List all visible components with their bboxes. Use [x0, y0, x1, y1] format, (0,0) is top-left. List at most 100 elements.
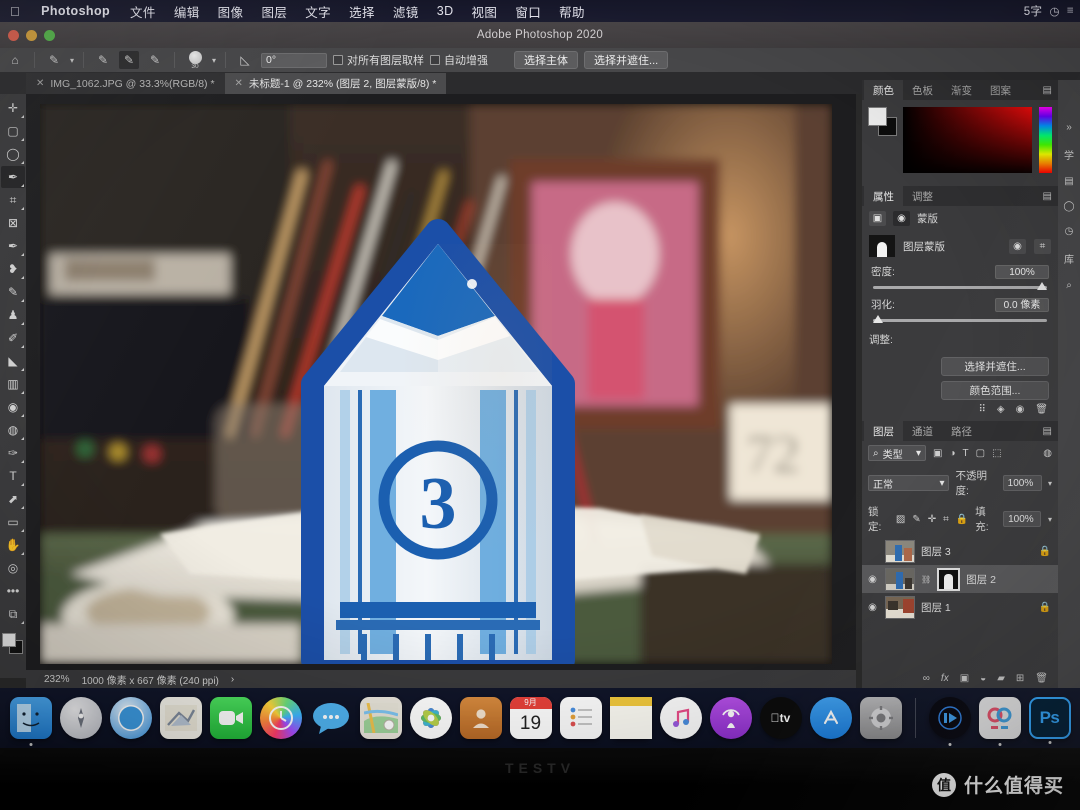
shape-filter-icon[interactable]: ▢ [976, 448, 985, 459]
tab-adjustments[interactable]: 调整 [903, 186, 942, 206]
density-value[interactable]: 100% [995, 264, 1049, 279]
visibility-toggle-icon[interactable]: ◉ [866, 574, 879, 585]
marquee-tool[interactable]: ▢ [1, 120, 25, 142]
select-subject-button[interactable]: 选择主体 [514, 51, 579, 69]
new-selection-button[interactable]: ✎ [93, 51, 113, 69]
delete-layer-icon[interactable]: 🗑 [1035, 673, 1048, 684]
edit-toolbar-button[interactable]: ••• [1, 580, 25, 602]
color-swatch-pair[interactable] [868, 107, 897, 136]
control-center-icon[interactable]: ≡ [1067, 5, 1074, 17]
layer-mask-thumbnail[interactable] [937, 567, 961, 591]
mask-thumbnail[interactable] [869, 235, 895, 257]
screen-mode-tool[interactable]: ⧉ [1, 603, 25, 625]
tab-channels[interactable]: 通道 [903, 421, 942, 441]
notes-icon[interactable] [609, 697, 652, 739]
gradient-tool[interactable]: ▥ [1, 373, 25, 395]
color-field[interactable] [903, 107, 1032, 173]
tab-properties[interactable]: 属性 [864, 186, 903, 206]
appstore-icon[interactable] [809, 697, 852, 739]
document-image[interactable]: 72 3 [40, 104, 832, 664]
layer-style-icon[interactable]: fx [941, 673, 949, 684]
lock-icon[interactable]: 🔒 [1039, 546, 1051, 557]
foreground-color-swatch[interactable] [2, 633, 16, 647]
rail-item-library[interactable]: 库 [1064, 251, 1074, 266]
tool-preset-picker[interactable]: ✎ [44, 51, 64, 69]
tab-layers[interactable]: 图层 [864, 421, 903, 441]
document-tab-untitled1[interactable]: ✕ 未标题-1 @ 232% (图层 2, 图层蒙版/8) * [224, 73, 447, 94]
lock-icon[interactable]: 🔒 [1039, 602, 1051, 613]
media-player-icon[interactable] [928, 697, 971, 746]
chevron-down-icon[interactable]: ▾ [1048, 479, 1052, 488]
system-preferences-icon[interactable] [859, 697, 902, 739]
layer-thumbnail[interactable] [885, 539, 915, 563]
toggle-mask-icon[interactable]: ◉ [1016, 404, 1025, 415]
menubar-item-layer[interactable]: 图层 [252, 2, 296, 21]
appletv-icon[interactable]: tv [759, 697, 802, 739]
eraser-tool[interactable]: ◣ [1, 350, 25, 372]
maps-icon[interactable] [359, 697, 402, 739]
select-and-mask-button[interactable]: 选择并遮住... [584, 51, 669, 69]
filter-toggle-switch[interactable]: ◍ [1043, 448, 1052, 459]
opacity-value-field[interactable]: 100% [1002, 475, 1042, 491]
layer-filter-select[interactable]: ⌕ 类型 ▾ [868, 445, 926, 461]
status-expand-arrow-icon[interactable]: › [231, 674, 234, 685]
lock-position-icon[interactable]: ✛ [928, 514, 936, 525]
menubar-item-select[interactable]: 选择 [340, 2, 384, 21]
zoom-level[interactable]: 232% [44, 674, 70, 685]
document-tab-img1062[interactable]: ✕ IMG_1062.JPG @ 33.3%(RGB/8) * [26, 73, 225, 94]
rail-libraries-icon[interactable]: ▤ [1064, 176, 1073, 187]
sample-all-layers-checkbox[interactable]: 对所有图层取样 [333, 52, 424, 68]
hand-tool[interactable]: ✋ [1, 534, 25, 556]
menubar-app-name[interactable]: Photoshop [30, 4, 121, 18]
chevron-down-icon[interactable]: ▾ [1048, 515, 1052, 524]
tab-swatches[interactable]: 色板 [903, 80, 942, 100]
input-source-indicator[interactable]: 5字 [1024, 3, 1043, 19]
eyedropper-tool[interactable]: ✒ [1, 235, 25, 257]
clock-icon[interactable]: ◷ [1049, 4, 1059, 18]
lock-image-icon[interactable]: ✎ [912, 514, 920, 525]
visibility-toggle-icon[interactable]: ◉ [866, 602, 879, 613]
angle-input[interactable]: 0° [261, 52, 328, 68]
blur-tool[interactable]: ◉ [1, 396, 25, 418]
photoshop-icon[interactable]: Ps [1028, 697, 1071, 744]
rail-search-icon[interactable]: ⌕ [1066, 280, 1072, 291]
menubar-item-view[interactable]: 视图 [463, 2, 507, 21]
color-range-button[interactable]: 颜色范围... [941, 381, 1049, 400]
panel-menu-icon[interactable]: ▤ [1043, 191, 1058, 202]
adjustment-filter-icon[interactable]: ◑ [949, 448, 955, 459]
messages-icon[interactable] [310, 697, 352, 739]
subtract-from-selection-button[interactable]: ✎ [145, 51, 165, 69]
feather-slider-knob[interactable] [873, 315, 883, 323]
rectangle-tool[interactable]: ▭ [1, 511, 25, 533]
properties-select-and-mask-button[interactable]: 选择并遮住... [941, 357, 1049, 376]
menubar-item-type[interactable]: 文字 [296, 2, 340, 21]
density-slider-knob[interactable] [1037, 282, 1047, 290]
podcasts-icon[interactable] [709, 697, 752, 739]
move-tool[interactable]: ✛ [1, 97, 25, 119]
minimize-window-button[interactable] [26, 30, 37, 41]
tab-gradients[interactable]: 渐变 [942, 80, 981, 100]
menubar-item-help[interactable]: 帮助 [550, 2, 594, 21]
mask-options-icon[interactable]: ⌗ [1034, 238, 1051, 254]
safari-icon[interactable] [109, 697, 152, 739]
close-icon[interactable]: ✕ [235, 78, 243, 89]
feather-value[interactable]: 0.0 像素 [995, 297, 1049, 312]
maximize-window-button[interactable] [44, 30, 55, 41]
pixel-mask-icon[interactable]: ▣ [869, 211, 886, 226]
reminders-icon[interactable] [559, 697, 602, 739]
density-slider-track[interactable] [873, 282, 1047, 290]
path-selection-tool[interactable]: ⬈ [1, 488, 25, 510]
type-tool[interactable]: T [1, 465, 25, 487]
delete-mask-icon[interactable]: 🗑 [1035, 404, 1048, 415]
menubar-item-edit[interactable]: 编辑 [165, 2, 209, 21]
dodge-tool[interactable]: ◍ [1, 419, 25, 441]
menubar-item-3d[interactable]: 3D [428, 4, 463, 18]
tab-color[interactable]: 颜色 [864, 80, 903, 100]
pixel-filter-icon[interactable]: ▣ [933, 448, 942, 459]
menubar-item-window[interactable]: 窗口 [506, 2, 550, 21]
close-icon[interactable]: ✕ [36, 78, 44, 89]
add-to-selection-button[interactable]: ✎ [119, 51, 140, 69]
menubar-item-file[interactable]: 文件 [121, 2, 165, 21]
rail-item-learn[interactable]: 学 [1064, 147, 1074, 162]
calendar-icon[interactable]: 9月 19 [509, 697, 552, 739]
